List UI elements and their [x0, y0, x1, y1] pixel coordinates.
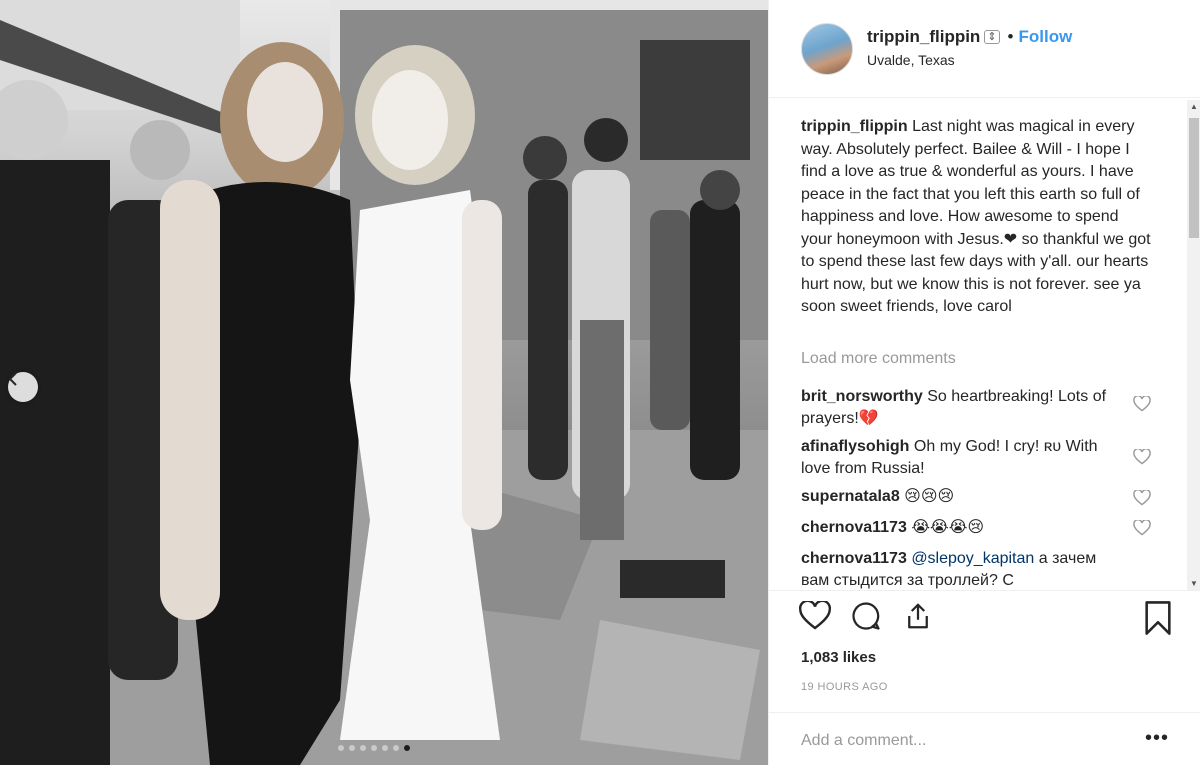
share-icon[interactable] [903, 601, 933, 636]
scroll-down-arrow-icon[interactable]: ▼ [1190, 579, 1198, 588]
comment-text: 😭😭😭😢 [911, 519, 985, 536]
comment-item: chernova1173 @slepoy_kapitan а зачем вам… [801, 548, 1121, 590]
comment-mention-link[interactable]: @slepoy_kapitan [911, 550, 1034, 567]
comment-username[interactable]: chernova1173 [801, 519, 907, 536]
carousel-dot [404, 745, 410, 751]
carousel-dot [338, 745, 344, 751]
user-line: trippin_flippin ⇕ • Follow [867, 27, 1072, 47]
follow-button[interactable]: Follow [1019, 27, 1073, 47]
carousel-prev-button[interactable] [8, 372, 38, 402]
comment-item: chernova1173 😭😭😭😢 [801, 517, 1121, 539]
carousel-dot [382, 745, 388, 751]
comment-like-heart-icon[interactable] [1133, 519, 1151, 541]
comment-like-heart-icon[interactable] [1133, 448, 1151, 470]
comment-item: brit_norsworthy So heartbreaking! Lots o… [801, 386, 1121, 430]
caption-text: Last night was magical in every way. Abs… [801, 118, 1151, 315]
load-more-comments-button[interactable]: Load more comments [801, 350, 956, 368]
carousel-dot [349, 745, 355, 751]
comment-like-heart-icon[interactable] [1133, 395, 1151, 417]
photo-illustration [0, 0, 768, 765]
comment-bubble-icon[interactable] [851, 601, 881, 636]
carousel-indicator [338, 745, 410, 751]
comment-text: 😢😢😢 [904, 488, 955, 505]
comment-username[interactable]: chernova1173 [801, 550, 907, 567]
scroll-up-arrow-icon[interactable]: ▲ [1190, 102, 1198, 111]
add-comment-input[interactable] [801, 729, 1121, 753]
carousel-dot [360, 745, 366, 751]
caption-username[interactable]: trippin_flippin [801, 118, 908, 135]
switch-arrows-icon: ⇕ [984, 30, 1000, 44]
comment-username[interactable]: supernatala8 [801, 488, 900, 505]
more-options-icon[interactable]: ••• [1145, 727, 1169, 750]
location-link[interactable]: Uvalde, Texas [867, 52, 955, 68]
post-header: trippin_flippin ⇕ • Follow Uvalde, Texas [769, 0, 1200, 98]
avatar[interactable] [801, 23, 853, 75]
comments-scrollbar[interactable]: ▲ ▼ [1187, 100, 1200, 590]
comment-username[interactable]: afinaflysohigh [801, 438, 909, 455]
add-comment-bar: ••• [769, 712, 1200, 765]
post-timestamp: 19 HOURS AGO [801, 681, 888, 693]
bookmark-icon[interactable] [1143, 601, 1173, 640]
comment-like-heart-icon[interactable] [1133, 489, 1151, 511]
post-caption: trippin_flippin Last night was magical i… [801, 116, 1151, 319]
comment-username[interactable]: brit_norsworthy [801, 388, 923, 405]
likes-count[interactable]: 1,083 likes [801, 649, 876, 666]
comment-item: afinaflysohigh Oh my God! I cry! ʀᴜ With… [801, 436, 1121, 480]
separator-dot: • [1007, 27, 1014, 46]
carousel-dot [371, 745, 377, 751]
post-side-panel: trippin_flippin ⇕ • Follow Uvalde, Texas… [768, 0, 1200, 765]
post-actions-bar [769, 590, 1200, 646]
post-photo[interactable] [0, 0, 768, 765]
comment-item: supernatala8 😢😢😢 [801, 486, 1121, 508]
scrollbar-thumb[interactable] [1189, 118, 1199, 238]
heart-icon[interactable] [798, 599, 832, 636]
carousel-dot [393, 745, 399, 751]
username-link[interactable]: trippin_flippin [867, 27, 980, 47]
comments-list[interactable]: trippin_flippin Last night was magical i… [769, 100, 1187, 590]
